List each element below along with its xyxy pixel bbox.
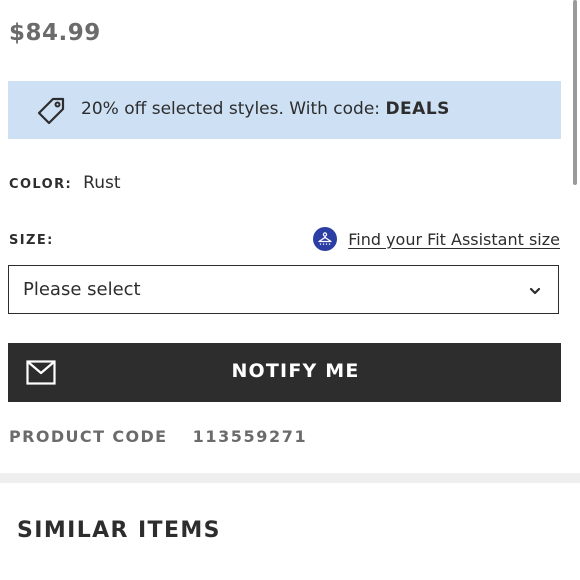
size-label: SIZE:	[9, 233, 54, 248]
color-row: COLOR: Rust	[9, 173, 121, 193]
hanger-icon	[313, 227, 338, 251]
section-divider	[0, 473, 580, 483]
tag-icon	[37, 97, 65, 125]
promo-message: 20% off selected styles. With code:	[81, 99, 386, 119]
promo-code: DEALS	[385, 99, 450, 119]
notify-me-button[interactable]: NOTIFY ME	[8, 343, 561, 402]
scrollbar[interactable]	[573, 0, 577, 185]
promo-banner: 20% off selected styles. With code: DEAL…	[8, 81, 561, 139]
color-label: COLOR:	[9, 177, 73, 192]
chevron-down-icon	[529, 287, 541, 295]
product-code-label: PRODUCT CODE	[9, 427, 168, 446]
color-value: Rust	[83, 173, 121, 193]
size-select-value: Please select	[23, 279, 141, 300]
promo-text: 20% off selected styles. With code: DEAL…	[81, 99, 450, 119]
size-select[interactable]: Please select	[8, 265, 559, 314]
fit-assistant-link-text[interactable]: Find your Fit Assistant size	[348, 230, 560, 249]
product-code-value: 113559271	[192, 427, 308, 446]
product-code: PRODUCT CODE 113559271	[9, 427, 307, 446]
product-details-page: $84.99 20% off selected styles. With cod…	[0, 0, 580, 580]
similar-items-title: SIMILAR ITEMS	[17, 518, 221, 543]
product-price: $84.99	[9, 20, 101, 46]
fit-assistant-link[interactable]: Find your Fit Assistant size	[313, 227, 560, 251]
notify-me-label: NOTIFY ME	[231, 360, 360, 382]
